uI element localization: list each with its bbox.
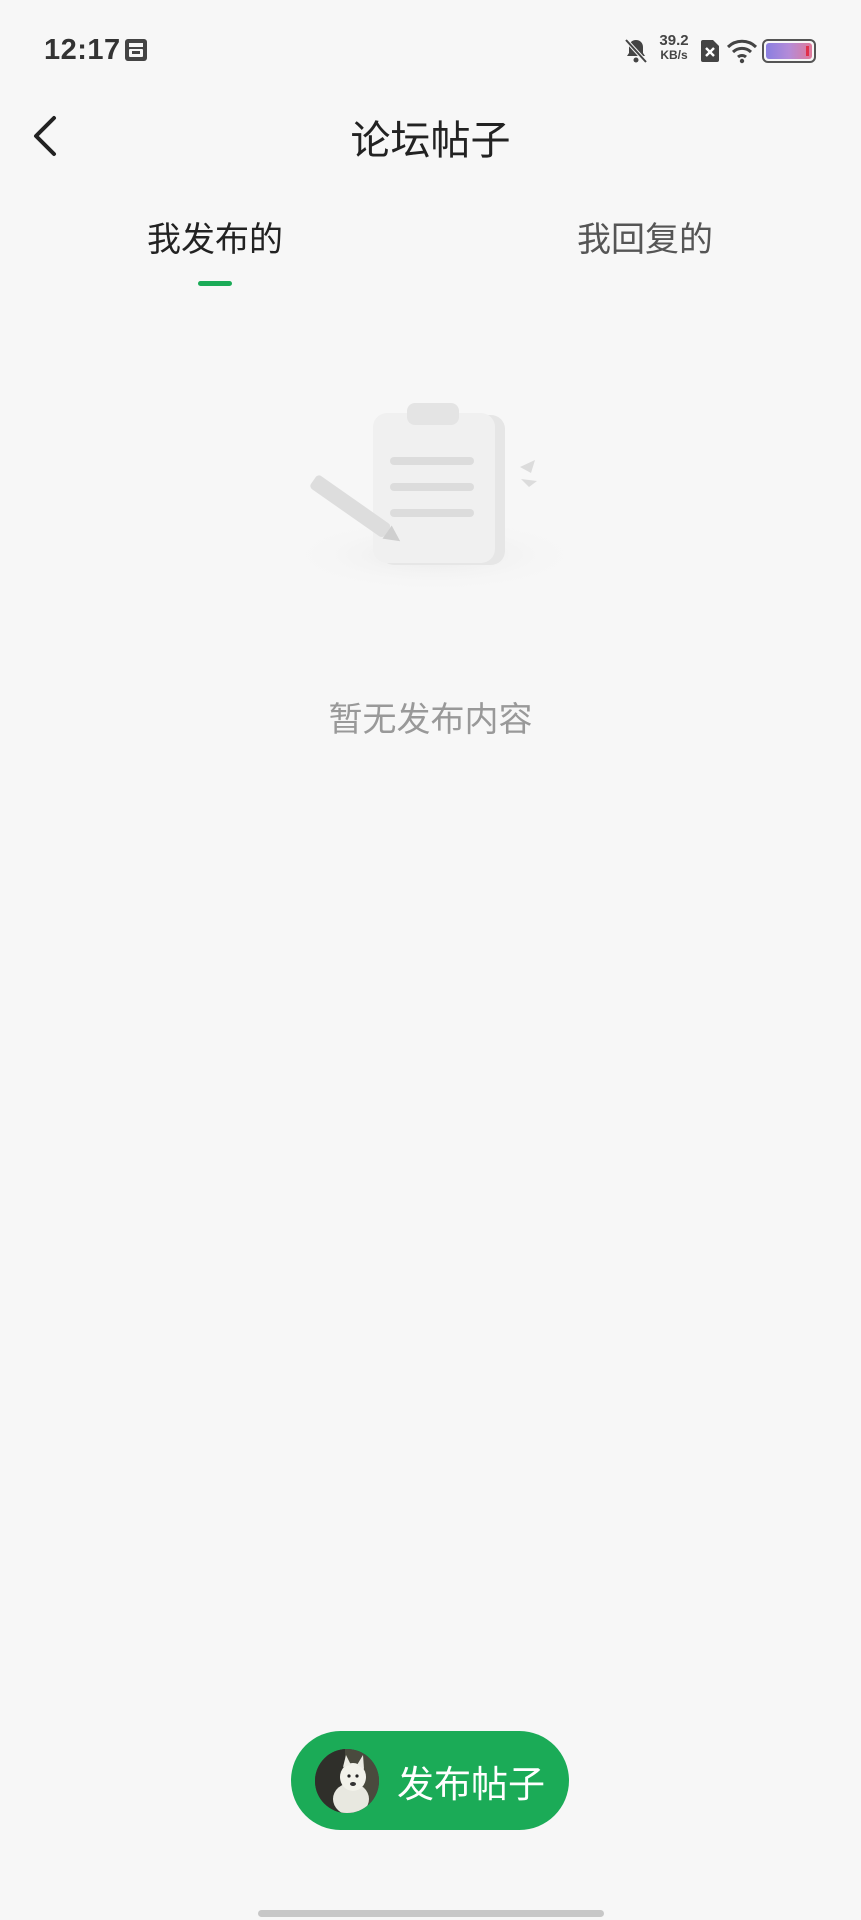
page-title: 论坛帖子 [350, 118, 511, 164]
clipboard-pen-icon [285, 403, 585, 593]
status-bar: 12:17 39.2 KB/s [0, 0, 861, 100]
mute-bell-icon [624, 38, 648, 64]
net-speed-unit: KB/s [660, 48, 688, 62]
net-speed: 39.2 KB/s [654, 32, 694, 62]
battery-icon [762, 39, 816, 63]
calendar-icon [125, 39, 147, 61]
publish-post-label: 发布帖子 [397, 1762, 545, 1806]
home-indicator[interactable] [258, 1910, 604, 1917]
tab-active-indicator [198, 281, 232, 286]
sim-x-icon [701, 40, 719, 62]
dog-avatar-icon [315, 1748, 379, 1813]
wifi-icon [726, 39, 758, 64]
net-speed-value: 39.2 [659, 32, 689, 49]
publish-post-button[interactable]: 发布帖子 [291, 1731, 569, 1830]
empty-state-message: 暂无发布内容 [328, 700, 533, 740]
status-time: 12:17 [44, 34, 121, 66]
tab-my-replies[interactable]: 我回复的 [545, 212, 745, 261]
tab-my-posts[interactable]: 我发布的 [115, 212, 315, 261]
